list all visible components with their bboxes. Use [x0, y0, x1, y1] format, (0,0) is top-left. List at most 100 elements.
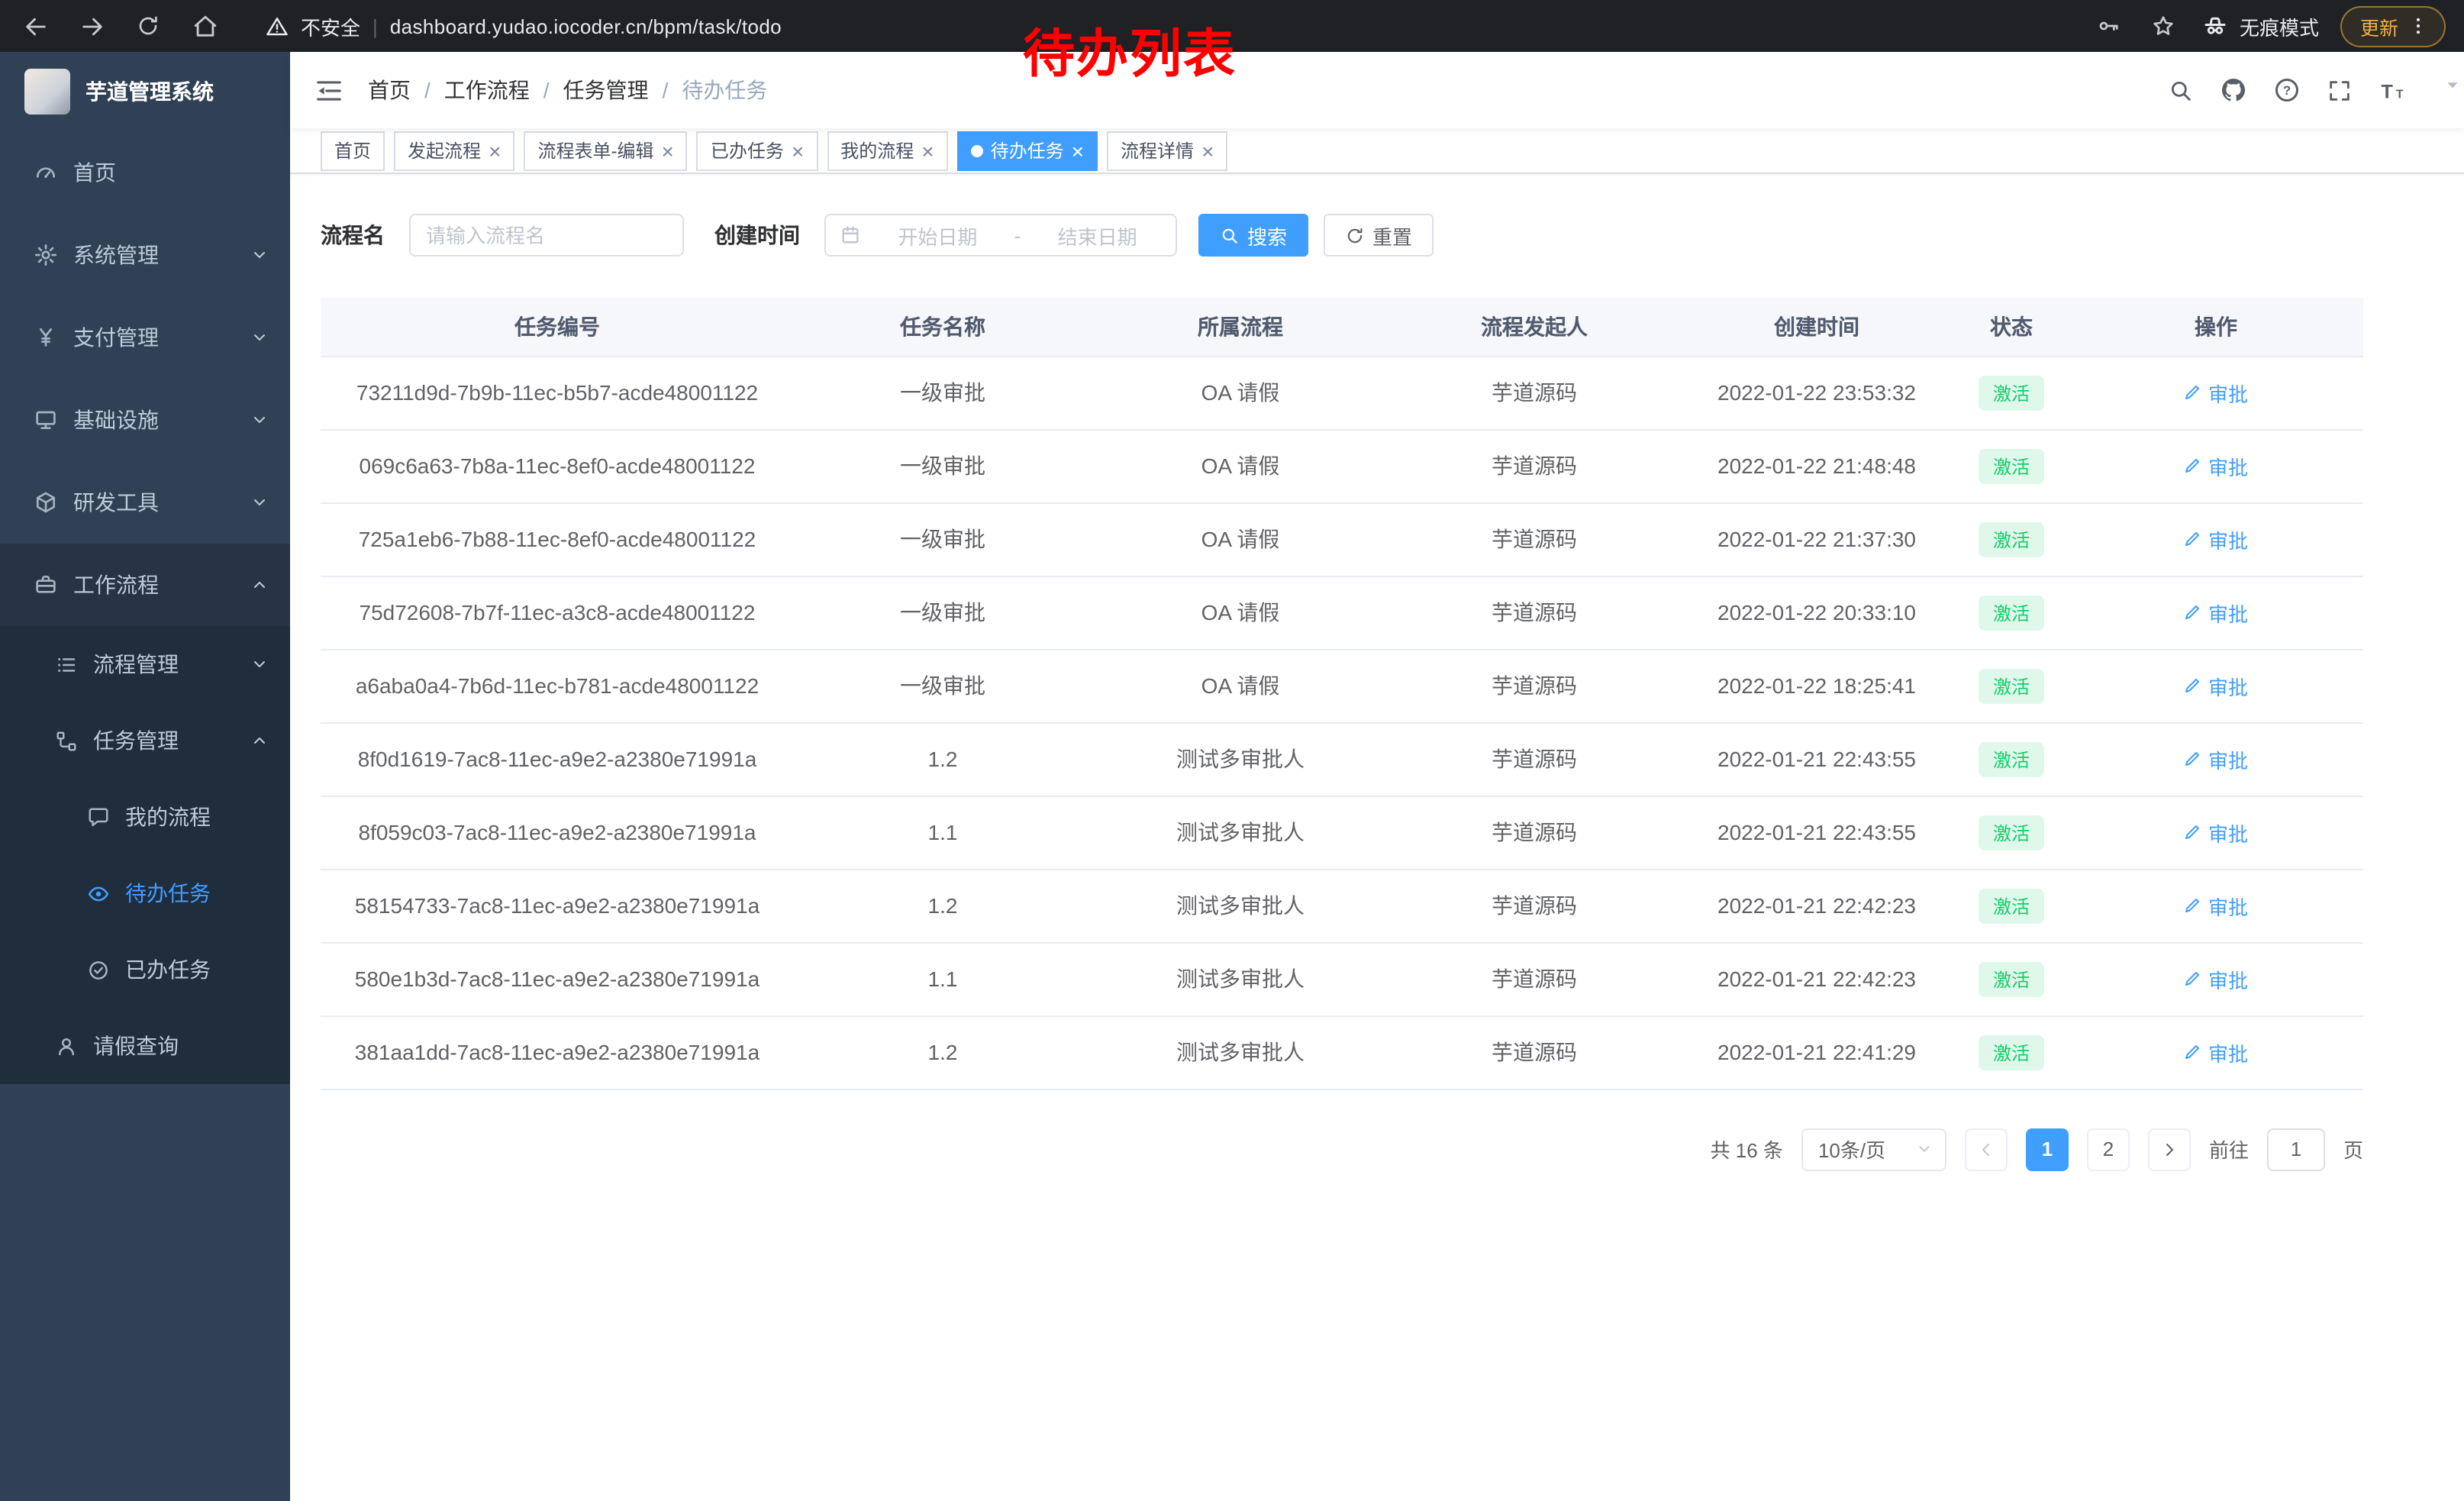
- approve-link[interactable]: 审批: [2184, 378, 2248, 407]
- tab-process-detail[interactable]: 流程详情 ×: [1107, 131, 1227, 170]
- approve-link[interactable]: 审批: [2184, 525, 2248, 554]
- sidebar-item-leave-query[interactable]: 请假查询: [0, 1008, 290, 1084]
- search-icon: [1220, 225, 1240, 245]
- tab-process-form-edit[interactable]: 流程表单-编辑 ×: [524, 131, 687, 170]
- breadcrumb-item[interactable]: 首页: [368, 75, 411, 105]
- question-icon: ?: [2273, 76, 2301, 104]
- approve-link[interactable]: 审批: [2184, 891, 2248, 920]
- forward-arrow-icon: [79, 13, 105, 39]
- approve-link[interactable]: 审批: [2184, 818, 2248, 847]
- search-button-label: 搜索: [1247, 221, 1287, 250]
- tab-done-tasks[interactable]: 已办任务 ×: [697, 131, 818, 170]
- browser-reload-button[interactable]: [131, 9, 165, 43]
- cell-process: 测试多审批人: [1092, 942, 1389, 1015]
- sidebar-item-dev-tools[interactable]: 研发工具: [0, 461, 290, 544]
- cell-initiator: 芋道源码: [1389, 429, 1679, 502]
- close-icon[interactable]: ×: [1072, 140, 1084, 161]
- approve-link[interactable]: 审批: [2184, 744, 2248, 773]
- col-task-id: 任务编号: [321, 298, 794, 356]
- cell-task-id: 580e1b3d-7ac8-11ec-a9e2-a2380e71991a: [321, 942, 794, 1015]
- sidebar-item-home[interactable]: 首页: [0, 131, 290, 214]
- approve-link[interactable]: 审批: [2184, 598, 2248, 627]
- tab-start-process[interactable]: 发起流程 ×: [394, 131, 514, 170]
- pencil-icon: [2184, 530, 2202, 548]
- close-icon[interactable]: ×: [489, 140, 501, 161]
- kebab-menu-icon[interactable]: [2408, 15, 2429, 37]
- branch-icon: [55, 729, 78, 752]
- chevron-down-icon: [250, 246, 269, 264]
- approve-link[interactable]: 审批: [2184, 671, 2248, 700]
- date-range-picker[interactable]: 开始日期 - 结束日期: [824, 214, 1177, 257]
- monitor-icon: [34, 408, 58, 432]
- cell-task-name: 一级审批: [794, 429, 1092, 502]
- sidebar-item-task-mgmt[interactable]: 任务管理: [0, 702, 290, 779]
- help-button[interactable]: ?: [2273, 76, 2301, 104]
- browser-back-button[interactable]: [18, 9, 52, 43]
- address-bar[interactable]: 不安全 | dashboard.yudao.iocoder.cn/bpm/tas…: [266, 11, 782, 40]
- next-page-button[interactable]: [2148, 1128, 2191, 1170]
- close-icon[interactable]: ×: [792, 140, 804, 161]
- font-size-button[interactable]: TT: [2379, 76, 2408, 105]
- sidebar-item-infrastructure[interactable]: 基础设施: [0, 379, 290, 461]
- tab-label: 流程详情: [1121, 137, 1194, 163]
- update-button[interactable]: 更新: [2340, 5, 2446, 47]
- browser-home-button[interactable]: [188, 9, 221, 43]
- sidebar-item-label: 待办任务: [125, 878, 211, 909]
- caret-down-icon: [2444, 76, 2461, 93]
- password-manager-button[interactable]: [2091, 9, 2125, 43]
- page-size-select[interactable]: 10条/页: [1801, 1128, 1946, 1170]
- tab-home[interactable]: 首页: [321, 131, 385, 170]
- goto-page-input[interactable]: [2267, 1128, 2325, 1170]
- sidebar-item-payment-mgmt[interactable]: 支付管理: [0, 296, 290, 379]
- status-badge: 激活: [1979, 961, 2043, 996]
- sidebar-item-my-process[interactable]: 我的流程: [0, 779, 290, 855]
- sidebar-item-label: 流程管理: [93, 649, 179, 679]
- approve-link[interactable]: 审批: [2184, 1038, 2248, 1067]
- sidebar-item-workflow[interactable]: 工作流程: [0, 544, 290, 626]
- sidebar-item-process-mgmt[interactable]: 流程管理: [0, 626, 290, 702]
- page-size-value: 10条/页: [1818, 1135, 1885, 1164]
- tab-todo-tasks[interactable]: 待办任务 ×: [957, 131, 1098, 170]
- reset-button[interactable]: 重置: [1324, 214, 1434, 257]
- bookmark-button[interactable]: [2146, 9, 2180, 43]
- tab-label: 首页: [334, 137, 371, 163]
- pencil-icon: [2184, 823, 2202, 841]
- approve-link[interactable]: 审批: [2184, 451, 2248, 480]
- browser-forward-button[interactable]: [75, 9, 108, 43]
- pencil-icon: [2184, 457, 2202, 475]
- close-icon[interactable]: ×: [921, 140, 934, 161]
- breadcrumb-item[interactable]: 工作流程: [444, 75, 530, 105]
- app-title: 芋道管理系统: [85, 76, 214, 107]
- cell-task-name: 一级审批: [794, 356, 1092, 429]
- status-badge: 激活: [1979, 521, 2043, 557]
- star-icon: [2151, 14, 2175, 38]
- chevron-down-icon: [250, 411, 269, 429]
- page-button-1[interactable]: 1: [2026, 1128, 2069, 1170]
- chevron-right-icon: [2160, 1140, 2179, 1158]
- sidebar-item-todo-tasks[interactable]: 待办任务: [0, 855, 290, 931]
- close-icon[interactable]: ×: [661, 140, 673, 161]
- breadcrumb-item[interactable]: 任务管理: [563, 75, 649, 105]
- header-search-button[interactable]: [2168, 77, 2194, 103]
- approve-link[interactable]: 审批: [2184, 964, 2248, 993]
- sidebar-item-system-mgmt[interactable]: 系统管理: [0, 214, 290, 296]
- cell-initiator: 芋道源码: [1389, 649, 1679, 722]
- process-name-input[interactable]: [409, 214, 684, 257]
- github-link[interactable]: [2220, 76, 2247, 104]
- main-area: 首页 / 工作流程 / 任务管理 / 待办任务 ?: [290, 52, 2464, 1501]
- sidebar-item-done-tasks[interactable]: 已办任务: [0, 931, 290, 1008]
- close-icon[interactable]: ×: [1201, 140, 1214, 161]
- sidebar-toggle-button[interactable]: [314, 76, 343, 105]
- prev-page-button[interactable]: [1965, 1128, 2008, 1170]
- page-button-2[interactable]: 2: [2087, 1128, 2130, 1170]
- cell-process: OA 请假: [1092, 649, 1389, 722]
- incognito-icon: [2201, 12, 2229, 40]
- tab-my-process[interactable]: 我的流程 ×: [827, 131, 947, 170]
- fullscreen-button[interactable]: [2327, 77, 2353, 103]
- menu-fold-icon: [314, 76, 343, 105]
- cell-task-id: 8f0d1619-7ac8-11ec-a9e2-a2380e71991a: [321, 722, 794, 796]
- active-tab-dot: [971, 144, 983, 157]
- create-time-label: 创建时间: [714, 220, 800, 250]
- search-button[interactable]: 搜索: [1198, 214, 1308, 257]
- cell-created: 2022-01-22 20:33:10: [1679, 576, 1954, 649]
